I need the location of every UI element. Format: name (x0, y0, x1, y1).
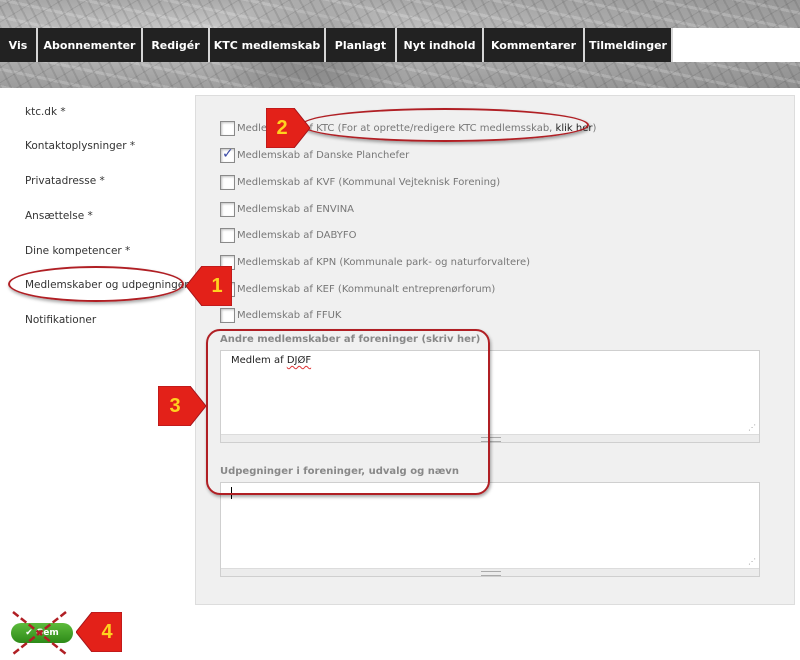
annotation-badge-1: 1 (186, 266, 232, 306)
tab-kommentarer[interactable]: Kommentarer (484, 28, 585, 62)
membership-label: Medlemskab af KEF (Kommunalt entreprenør… (237, 283, 496, 295)
sidebar-item-ktc[interactable]: ktc.dk * (25, 106, 195, 118)
annotation-number: 3 (169, 394, 181, 417)
membership-ktc-checkbox[interactable] (220, 120, 235, 136)
sidebar-item-notifikationer[interactable]: Notifikationer (25, 314, 195, 326)
membership-label: Medlemskab af Danske Planchefer (237, 149, 410, 161)
membership-checkbox-kvf[interactable] (220, 174, 235, 190)
membership-row: Medlemskab af KEF (Kommunalt entreprenør… (220, 280, 495, 298)
membership-checkbox-dabyfo[interactable] (220, 227, 235, 243)
tab-bar-empty (673, 28, 800, 62)
annotation-badge-4: 4 (76, 612, 122, 652)
membership-row: Medlemskab af Danske Planchefer (220, 146, 409, 164)
membership-ktc-note-end: ) (592, 122, 597, 134)
tab-vis[interactable]: Vis (0, 28, 38, 62)
sidebar-item-ansaettelse[interactable]: Ansættelse * (25, 210, 195, 222)
membership-row: Medlemskab af KPN (Kommunale park- og na… (220, 253, 530, 271)
membership-label: Medlemskab af ENVINA (237, 203, 355, 215)
membership-checkbox-envina[interactable] (220, 201, 235, 217)
cross-out-icon (12, 611, 67, 655)
membership-label: Medlemskab af DABYFO (237, 229, 357, 241)
annotation-number: 2 (276, 116, 288, 139)
membership-label: Medlemskab af KVF (Kommunal Vejteknisk F… (237, 176, 501, 188)
resize-corner-icon[interactable]: ⋰ (748, 424, 756, 432)
textarea-grip-handle[interactable] (221, 568, 759, 576)
membership-row: Medlemskab af FFUK (220, 306, 342, 324)
tab-bar: Vis Abonnementer Redigér KTC medlemskab … (0, 28, 673, 62)
membership-checkbox-ffuk[interactable] (220, 307, 235, 323)
resize-corner-icon[interactable]: ⋰ (748, 558, 756, 566)
membership-row: Medlemskab af ENVINA (220, 200, 354, 218)
membership-row: Medlemskab af KVF (Kommunal Vejteknisk F… (220, 173, 500, 191)
tab-planlagt[interactable]: Planlagt (326, 28, 397, 62)
appointments-textarea[interactable]: ⋰ (220, 482, 760, 577)
tab-abonnementer[interactable]: Abonnementer (38, 28, 143, 62)
annotation-number: 4 (101, 620, 113, 643)
annotation-ellipse-medlemskaber (8, 266, 184, 302)
tab-nyt-indhold[interactable]: Nyt indhold (397, 28, 484, 62)
sidebar-item-kompetencer[interactable]: Dine kompetencer * (25, 245, 195, 257)
sidebar-item-kontaktoplysninger[interactable]: Kontaktoplysninger * (25, 140, 195, 152)
membership-row: Medlemskab af DABYFO (220, 226, 357, 244)
tab-ktc-medlemskab[interactable]: KTC medlemskab (210, 28, 326, 62)
membership-checkbox-danske-planchefer[interactable] (220, 146, 235, 163)
sidebar-item-privatadresse[interactable]: Privatadresse * (25, 175, 195, 187)
annotation-number: 1 (211, 274, 223, 297)
tab-tilmeldinger[interactable]: Tilmeldinger (585, 28, 673, 62)
annotation-ellipse-klik-her (301, 108, 589, 142)
annotation-badge-2: 2 (266, 108, 310, 148)
membership-label: Medlemskab af KPN (Kommunale park- og na… (237, 256, 531, 268)
annotation-badge-3: 3 (158, 386, 206, 426)
annotation-rect-textareas (206, 329, 490, 495)
membership-label: Medlemskab af FFUK (237, 309, 342, 321)
tab-rediger[interactable]: Redigér (143, 28, 210, 62)
